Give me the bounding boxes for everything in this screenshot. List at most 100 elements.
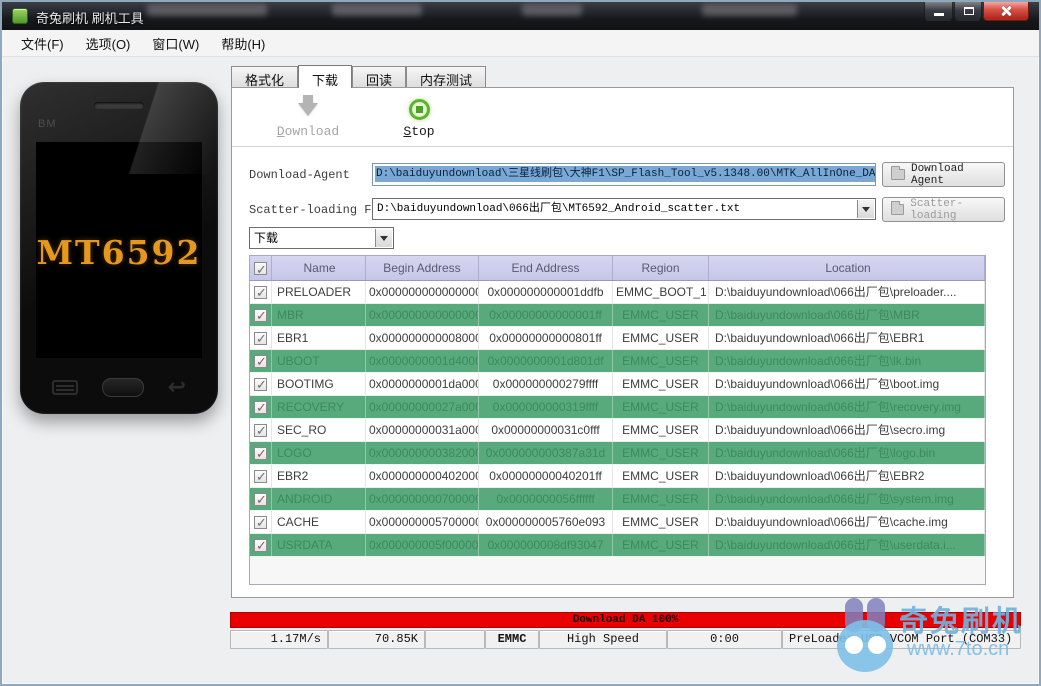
- cell-begin-address: 0x0000000001d40000: [366, 350, 479, 372]
- row-checkbox[interactable]: [250, 442, 272, 464]
- cell-location: D:\baiduyundownload\066出厂包\boot.img: [709, 373, 985, 395]
- table-row[interactable]: PRELOADER0x00000000000000000x00000000000…: [250, 281, 985, 304]
- cell-end-address: 0x00000000031c0fff: [479, 419, 613, 441]
- cell-region: EMMC_USER: [613, 373, 709, 395]
- cell-begin-address: 0x0000000000000000: [366, 304, 479, 326]
- cell-location: D:\baiduyundownload\066出厂包\userdata.i...: [709, 534, 985, 556]
- checkbox-icon: [254, 420, 267, 441]
- column-header-location[interactable]: Location: [709, 256, 985, 280]
- stop-icon: [408, 98, 430, 120]
- table-row[interactable]: CACHE0x00000000570000000x000000005760e09…: [250, 511, 985, 534]
- row-checkbox[interactable]: [250, 534, 272, 556]
- folder-icon: [891, 166, 905, 180]
- table-row[interactable]: LOGO0x00000000038200000x000000000387a31d…: [250, 442, 985, 465]
- download-agent-browse-label: Download Agent: [910, 162, 964, 187]
- table-row[interactable]: EBR20x00000000040200000x00000000040201ff…: [250, 465, 985, 488]
- stop-button[interactable]: Stop: [371, 94, 467, 144]
- tab-download[interactable]: 下载: [298, 65, 353, 88]
- menu-item-options[interactable]: 选项(O): [75, 30, 142, 57]
- table-row[interactable]: EBR10x00000000000800000x00000000000801ff…: [250, 327, 985, 350]
- table-row[interactable]: MBR0x00000000000000000x00000000000001ffE…: [250, 304, 985, 327]
- row-checkbox[interactable]: [250, 373, 272, 395]
- row-checkbox[interactable]: [250, 327, 272, 349]
- row-checkbox[interactable]: [250, 304, 272, 326]
- cell-region: EMMC_USER: [613, 465, 709, 487]
- column-header-begin[interactable]: Begin Address: [366, 256, 479, 280]
- table-row[interactable]: USRDATA0x000000005f0000000x000000008df93…: [250, 534, 985, 557]
- status-time: 0:00: [667, 630, 782, 649]
- row-checkbox[interactable]: [250, 511, 272, 533]
- download-button[interactable]: Download: [260, 94, 356, 144]
- cell-end-address: 0x000000000319ffff: [479, 396, 613, 418]
- window-title: 奇兔刷机 刷机工具: [36, 11, 144, 26]
- maximize-button[interactable]: [954, 2, 982, 21]
- download-agent-input[interactable]: D:\baiduyundownload\三星线刷包\大神F1\SP_Flash_…: [372, 163, 876, 186]
- menu-item-file[interactable]: 文件(F): [10, 30, 75, 57]
- cell-name: LOGO: [272, 442, 366, 464]
- minimize-icon: [934, 13, 944, 16]
- chevron-down-icon[interactable]: [375, 229, 392, 247]
- cell-end-address: 0x000000005760e093: [479, 511, 613, 533]
- download-agent-browse-button[interactable]: Download Agent: [882, 162, 1005, 187]
- maximize-icon: [964, 7, 974, 15]
- phone-earpiece: [94, 102, 144, 109]
- status-speed: 1.17M/s: [230, 630, 328, 649]
- cell-end-address: 0x0000000056ffffff: [479, 488, 613, 510]
- row-checkbox[interactable]: [250, 350, 272, 372]
- row-checkbox[interactable]: [250, 419, 272, 441]
- table-row[interactable]: ANDROID0x00000000070000000x0000000056fff…: [250, 488, 985, 511]
- minimize-button[interactable]: [924, 2, 953, 21]
- row-checkbox[interactable]: [250, 465, 272, 487]
- select-all-checkbox[interactable]: [250, 256, 272, 280]
- cell-region: EMMC_USER: [613, 304, 709, 326]
- cell-begin-address: 0x00000000027a0000: [366, 396, 479, 418]
- cell-begin-address: 0x00000000031a0000: [366, 419, 479, 441]
- cell-region: EMMC_USER: [613, 442, 709, 464]
- cell-location: D:\baiduyundownload\066出厂包\system.img: [709, 488, 985, 510]
- menu-item-help[interactable]: 帮助(H): [210, 30, 276, 57]
- table-row[interactable]: RECOVERY0x00000000027a00000x000000000319…: [250, 396, 985, 419]
- cell-location: D:\baiduyundownload\066出厂包\cache.img: [709, 511, 985, 533]
- cell-name: MBR: [272, 304, 366, 326]
- cell-end-address: 0x000000008df93047: [479, 534, 613, 556]
- tab-readback[interactable]: 回读: [352, 66, 407, 88]
- scatter-loading-browse-button[interactable]: Scatter-loading: [882, 197, 1005, 222]
- row-checkbox[interactable]: [250, 281, 272, 303]
- cell-region: EMMC_USER: [613, 396, 709, 418]
- status-spare: [425, 630, 485, 649]
- tab-memory-test[interactable]: 内存测试: [406, 66, 487, 88]
- phone-screen: MT6592: [36, 142, 202, 358]
- cell-location: D:\baiduyundownload\066出厂包\preloader....: [709, 281, 985, 303]
- phone-preview-image: BM MT6592 ↩: [20, 82, 218, 414]
- mode-dropdown[interactable]: 下载: [249, 227, 394, 249]
- close-button[interactable]: [983, 2, 1029, 21]
- scatter-file-combobox[interactable]: D:\baiduyundownload\066出厂包\MT6592_Androi…: [372, 198, 876, 220]
- column-header-end[interactable]: End Address: [479, 256, 613, 280]
- tab-format[interactable]: 格式化: [231, 66, 299, 88]
- toolbar: Download Stop: [232, 94, 467, 144]
- cell-name: RECOVERY: [272, 396, 366, 418]
- table-row[interactable]: SEC_RO0x00000000031a00000x00000000031c0f…: [250, 419, 985, 442]
- cell-end-address: 0x000000000001ddfb: [479, 281, 613, 303]
- cell-region: EMMC_USER: [613, 488, 709, 510]
- column-header-region[interactable]: Region: [613, 256, 709, 280]
- titlebar-blur-decoration: [147, 4, 267, 16]
- cell-name: UBOOT: [272, 350, 366, 372]
- table-body: PRELOADER0x00000000000000000x00000000000…: [250, 281, 985, 557]
- row-checkbox[interactable]: [250, 396, 272, 418]
- row-checkbox[interactable]: [250, 488, 272, 510]
- menu-item-window[interactable]: 窗口(W): [141, 30, 210, 57]
- stop-button-label: Stop: [403, 124, 435, 139]
- cell-begin-address: 0x0000000000080000: [366, 327, 479, 349]
- chevron-down-icon[interactable]: [857, 200, 874, 218]
- phone-home-button: [101, 377, 144, 397]
- cell-begin-address: 0x0000000057000000: [366, 511, 479, 533]
- column-header-name[interactable]: Name: [272, 256, 366, 280]
- phone-back-icon: ↩: [167, 374, 186, 399]
- cell-location: D:\baiduyundownload\066出厂包\recovery.img: [709, 396, 985, 418]
- title-bar[interactable]: 奇兔刷机 刷机工具: [2, 2, 1039, 30]
- table-row[interactable]: UBOOT0x0000000001d400000x0000000001d801d…: [250, 350, 985, 373]
- cell-region: EMMC_USER: [613, 419, 709, 441]
- table-row[interactable]: BOOTIMG0x0000000001da00000x000000000279f…: [250, 373, 985, 396]
- checkbox-icon: [254, 305, 267, 326]
